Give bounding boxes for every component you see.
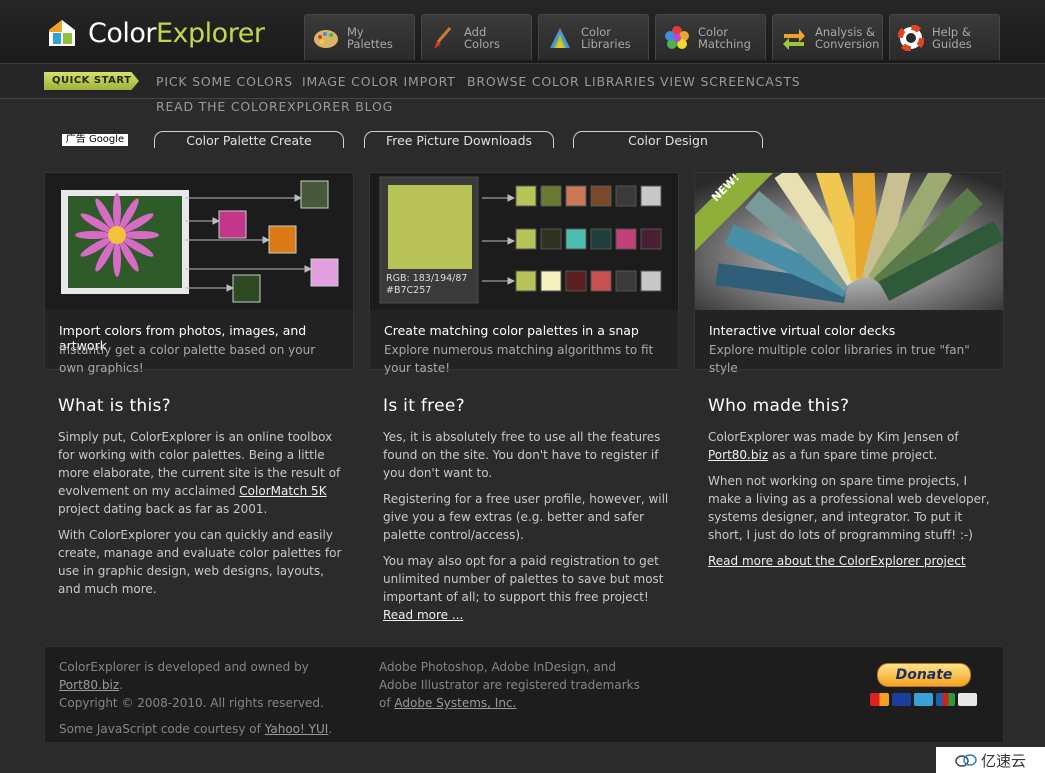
card-image-import <box>45 173 353 310</box>
feature-card-matching[interactable]: RGB: 183/194/87 #B7C257 Create matching … <box>369 172 679 375</box>
feature-card-decks[interactable]: NEW! Interactive virtual color decks Exp… <box>694 172 1004 375</box>
subnav-view-screencasts[interactable]: VIEW SCREENCASTS <box>660 74 801 89</box>
tab-add-colors[interactable]: Add Colors <box>421 14 532 60</box>
logo-text-color: Color <box>88 17 157 49</box>
arrows-icon <box>783 28 805 50</box>
card-description: Explore numerous matching algorithms to … <box>384 343 654 375</box>
amex-icon <box>914 693 933 706</box>
ad-link-picture-downloads[interactable]: Free Picture Downloads <box>364 131 554 148</box>
lifebuoy-icon <box>898 24 924 51</box>
subnav-pick-colors[interactable]: PICK SOME COLORS <box>156 74 293 89</box>
adobe-link[interactable]: Adobe Systems, Inc. <box>394 696 516 710</box>
card-title: Create matching color palettes in a snap <box>384 323 639 338</box>
tab-label-line2: Matching <box>698 36 751 51</box>
footer-text: Some JavaScript code courtesy of <box>59 722 265 736</box>
section-heading: Who made this? <box>708 396 850 416</box>
palette-icon <box>314 29 338 48</box>
port80-link[interactable]: Port80.biz <box>708 448 768 462</box>
ad-label: 广告 Google <box>62 134 128 146</box>
section-who: Who made this? ColorExplorer was made by… <box>708 396 998 578</box>
ad-link-palette-create[interactable]: Color Palette Create <box>154 131 344 148</box>
ad-link-color-design[interactable]: Color Design <box>573 131 763 148</box>
tab-label-line2: Colors <box>464 36 501 51</box>
house-logo-icon <box>49 20 75 46</box>
rgb-readout: RGB: 183/194/87 <box>386 273 468 284</box>
sub-nav: QUICK START PICK SOME COLORS IMAGE COLOR… <box>0 64 1045 114</box>
card-image-matching: RGB: 183/194/87 #B7C257 <box>370 173 678 310</box>
tab-my-palettes[interactable]: My Palettes <box>304 14 415 60</box>
tab-label-line1: My <box>347 24 364 39</box>
subnav-read-blog[interactable]: READ THE COLOREXPLORER BLOG <box>156 99 393 114</box>
tab-label-line2: Palettes <box>347 36 393 51</box>
tab-help-guides[interactable]: Help & Guides <box>889 14 1000 60</box>
tab-label-line2: Guides <box>932 36 972 51</box>
fan-deck-illustration <box>695 173 1003 310</box>
footer-copyright: ColorExplorer is developed and owned by … <box>59 658 359 738</box>
flower-icon <box>665 25 689 49</box>
card-image-decks: NEW! <box>695 173 1003 310</box>
cloud-logo-icon <box>955 754 977 767</box>
feature-card-import[interactable]: Import colors from photos, images, and a… <box>44 172 354 375</box>
tab-color-libraries[interactable]: Color Libraries <box>538 14 649 60</box>
ad-links: 广告 Google Color Palette Create Free Pict… <box>0 131 1045 149</box>
section-heading: Is it free? <box>383 396 465 416</box>
footer-text: . <box>119 678 123 692</box>
footer-trademarks: Adobe Photoshop, Adobe InDesign, and Ado… <box>379 658 641 712</box>
jcb-icon <box>936 693 955 706</box>
tab-label-line1: Help & <box>932 24 971 39</box>
paragraph-text: With ColorExplorer you can quickly and e… <box>58 528 342 596</box>
tab-label-line2: Conversion <box>815 36 880 51</box>
paintbrush-icon <box>434 26 452 49</box>
watermark: 亿速云 <box>936 747 1045 773</box>
section-what: What is this? Simply put, ColorExplorer … <box>58 396 348 606</box>
tab-color-matching[interactable]: Color Matching <box>655 14 766 60</box>
footer-text: ColorExplorer is developed and owned by <box>59 660 309 674</box>
footer: ColorExplorer is developed and owned by … <box>44 646 1004 743</box>
watermark-text: 亿速云 <box>980 751 1026 770</box>
paragraph-text: as a fun spare time project. <box>768 448 938 462</box>
footer-text: Copyright © 2008-2010. All rights reserv… <box>59 696 324 710</box>
subnav-browse-libraries[interactable]: BROWSE COLOR LIBRARIES <box>467 74 656 89</box>
footer-port80-link[interactable]: Port80.biz <box>59 678 119 692</box>
subnav-image-color-import[interactable]: IMAGE COLOR IMPORT <box>302 74 456 89</box>
footer-text: . <box>328 722 333 736</box>
card-description: Explore multiple color libraries in true… <box>709 343 970 375</box>
tab-label-line1: Color <box>698 24 729 39</box>
colormatch-link[interactable]: ColorMatch 5K <box>239 484 326 498</box>
logo[interactable]: ColorExplorer <box>46 16 265 50</box>
paragraph-text: Yes, it is absolutely free to use all th… <box>383 430 661 480</box>
paragraph-text: ColorExplorer was made by Kim Jensen of <box>708 430 959 444</box>
library-icon <box>550 27 570 48</box>
tab-label-line1: Add <box>464 24 487 39</box>
section-heading: What is this? <box>58 396 171 416</box>
hex-readout: #B7C257 <box>386 285 432 296</box>
tab-label-line1: Analysis & <box>815 24 876 39</box>
quick-start-badge: QUICK START <box>44 72 139 90</box>
read-more-project-link[interactable]: Read more about the ColorExplorer projec… <box>708 554 966 568</box>
logo-text-explorer: Explorer <box>156 17 265 49</box>
mastercard-icon <box>870 693 889 706</box>
card-description: Instantly get a color palette based on y… <box>59 343 316 375</box>
donate-button[interactable]: Donate <box>877 663 971 687</box>
paragraph-text: Registering for a free user profile, how… <box>383 492 669 542</box>
section-free: Is it free? Yes, it is absolutely free t… <box>383 396 673 632</box>
main-nav: My Palettes Add Colors Color Libraries Co <box>304 14 1006 60</box>
payment-cards <box>870 693 980 706</box>
paragraph-text: When not working on spare time projects,… <box>708 474 990 542</box>
header: ColorExplorer My Palettes Add Colors Col… <box>0 0 1045 64</box>
read-more-link[interactable]: Read more ... <box>383 608 463 622</box>
bank-icon <box>958 693 977 706</box>
tab-label-line2: Libraries <box>581 36 631 51</box>
paragraph-text: project dating back as far as 2001. <box>58 502 268 516</box>
yui-link[interactable]: Yahoo! YUI <box>265 722 329 736</box>
import-illustration <box>45 173 353 310</box>
tab-label-line1: Color <box>581 24 612 39</box>
visa-icon <box>892 693 911 706</box>
paragraph-text: You may also opt for a paid registration… <box>383 554 664 604</box>
card-title: Interactive virtual color decks <box>709 323 896 338</box>
tab-analysis-conversion[interactable]: Analysis & Conversion <box>772 14 883 60</box>
